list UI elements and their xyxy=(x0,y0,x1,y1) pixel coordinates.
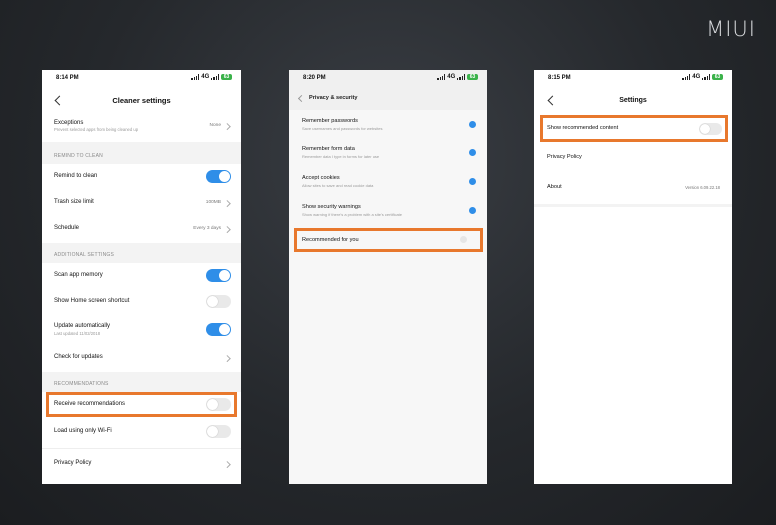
header: Privacy & security xyxy=(289,88,487,110)
row-subtitle: Allow sites to save and read cookie data xyxy=(302,183,374,188)
signal-icon-2 xyxy=(211,74,219,80)
signal-icon-2 xyxy=(457,74,465,80)
chevron-right-icon xyxy=(223,200,230,207)
update-row[interactable]: Update automatically Last updated 11/02/… xyxy=(42,315,241,345)
trash-value: 100MB xyxy=(205,200,221,205)
network-type: 4G xyxy=(201,74,210,80)
row-subtitle: Show warning if there's a problem with a… xyxy=(302,212,403,217)
section-additional-label: ADDITIONAL SETTINGS xyxy=(54,252,115,258)
shortcut-label: Show Home screen shortcut xyxy=(54,298,130,304)
chevron-right-icon xyxy=(223,226,230,233)
scan-toggle[interactable] xyxy=(206,269,231,282)
section-recommend-label: RECOMMENDATIONS xyxy=(54,381,109,387)
exceptions-label: Exceptions xyxy=(54,120,84,126)
remind-toggle[interactable] xyxy=(206,170,231,183)
chevron-right-icon xyxy=(223,461,230,468)
chevron-right-icon xyxy=(223,355,230,362)
section-divider xyxy=(534,204,732,207)
status-bar: 8:20 PM 4G 63 xyxy=(289,70,487,88)
about-label: About xyxy=(547,184,562,190)
settings-row[interactable]: Accept cookies Allow sites to save and re… xyxy=(289,171,487,197)
privacy-policy-row[interactable]: Privacy Policy xyxy=(42,451,241,477)
phone-privacy-security: 8:20 PM 4G 63 Privacy & security Remembe… xyxy=(289,70,487,484)
page-title: Cleaner settings xyxy=(112,96,171,105)
battery-icon: 63 xyxy=(712,74,723,80)
exceptions-value: None xyxy=(209,123,221,128)
network-type: 4G xyxy=(447,74,456,80)
row-subtitle: Remember data I type in forms for later … xyxy=(302,154,380,159)
phone-cleaner-settings: 8:14 PM 4G 63 Cleaner settings Exception… xyxy=(42,70,241,484)
scan-row[interactable]: Scan app memory xyxy=(42,263,241,289)
settings-row[interactable]: Show security warnings Show warning if th… xyxy=(289,200,487,226)
status-bar: 8:15 PM 4G 63 xyxy=(534,70,732,88)
status-time: 8:20 PM xyxy=(303,75,326,81)
trash-row[interactable]: Trash size limit 100MB xyxy=(42,190,241,216)
row-subtitle: Save usernames and passwords for website… xyxy=(302,126,383,131)
row-label: Accept cookies xyxy=(302,175,340,181)
header: Settings xyxy=(534,90,732,112)
check-updates-label: Check for updates xyxy=(54,354,103,360)
trash-label: Trash size limit xyxy=(54,199,94,205)
about-row[interactable]: About Version 6.09.22.18 xyxy=(534,176,732,202)
update-toggle[interactable] xyxy=(206,323,231,336)
status-time: 8:15 PM xyxy=(548,75,571,81)
battery-icon: 63 xyxy=(467,74,478,80)
settings-row[interactable]: Remember form data Remember data I type i… xyxy=(289,142,487,168)
check-updates-row[interactable]: Check for updates xyxy=(42,345,241,371)
section-remind-label: REMIND TO CLEAN xyxy=(54,153,103,159)
section-header-remind: REMIND TO CLEAN xyxy=(42,142,241,164)
row-toggle[interactable] xyxy=(469,178,476,185)
header: Cleaner settings xyxy=(42,90,241,112)
highlight-box xyxy=(294,228,483,252)
row-label: Show security warnings xyxy=(302,204,361,210)
brand-logo: MIUI xyxy=(706,17,756,41)
signal-icon xyxy=(437,74,446,80)
section-header-additional: ADDITIONAL SETTINGS xyxy=(42,243,241,263)
signal-icon-2 xyxy=(702,74,710,80)
wifi-row[interactable]: Load using only Wi-Fi xyxy=(42,419,241,445)
exceptions-subtitle: Prevent selected apps from being cleaned… xyxy=(54,127,139,132)
update-subtitle: Last updated 11/02/2018 xyxy=(54,331,101,336)
privacy-policy-label: Privacy Policy xyxy=(547,154,582,160)
chevron-right-icon xyxy=(223,123,230,130)
exceptions-row[interactable]: Exceptions Prevent selected apps from be… xyxy=(42,114,241,140)
wifi-label: Load using only Wi-Fi xyxy=(54,428,112,434)
row-toggle[interactable] xyxy=(469,149,476,156)
shortcut-row[interactable]: Show Home screen shortcut xyxy=(42,289,241,315)
row-label: Remember passwords xyxy=(302,118,358,124)
signal-icon xyxy=(682,74,691,80)
phone-settings: 8:15 PM 4G 63 Settings Show recommended … xyxy=(534,70,732,484)
update-label: Update automatically xyxy=(54,323,111,329)
shortcut-toggle[interactable] xyxy=(206,295,231,308)
divider xyxy=(42,448,241,449)
battery-icon: 63 xyxy=(221,74,232,80)
wifi-toggle[interactable] xyxy=(206,425,231,438)
privacy-policy-row[interactable]: Privacy Policy xyxy=(534,146,732,170)
signal-icon xyxy=(191,74,200,80)
scan-label: Scan app memory xyxy=(54,272,103,278)
schedule-row[interactable]: Schedule Every 3 days xyxy=(42,216,241,242)
status-bar: 8:14 PM 4G 63 xyxy=(42,70,241,88)
remind-label: Remind to clean xyxy=(54,173,98,179)
highlight-box xyxy=(540,115,728,142)
page-title: Settings xyxy=(619,97,647,104)
settings-row[interactable]: Remember passwords Save usernames and pas… xyxy=(289,114,487,140)
remind-row[interactable]: Remind to clean xyxy=(42,164,241,190)
network-type: 4G xyxy=(692,74,701,80)
about-version: Version 6.09.22.18 xyxy=(685,185,720,190)
row-toggle[interactable] xyxy=(469,207,476,214)
row-label: Remember form data xyxy=(302,146,355,152)
section-header-recommend: RECOMMENDATIONS xyxy=(42,372,241,392)
page-title: Privacy & security xyxy=(309,95,358,101)
schedule-label: Schedule xyxy=(54,225,80,231)
highlight-box xyxy=(46,392,237,417)
privacy-policy-label: Privacy Policy xyxy=(54,460,92,466)
status-time: 8:14 PM xyxy=(56,75,79,81)
schedule-value: Every 3 days xyxy=(193,226,221,231)
back-arrow-icon[interactable] xyxy=(297,94,306,103)
row-toggle[interactable] xyxy=(469,121,476,128)
